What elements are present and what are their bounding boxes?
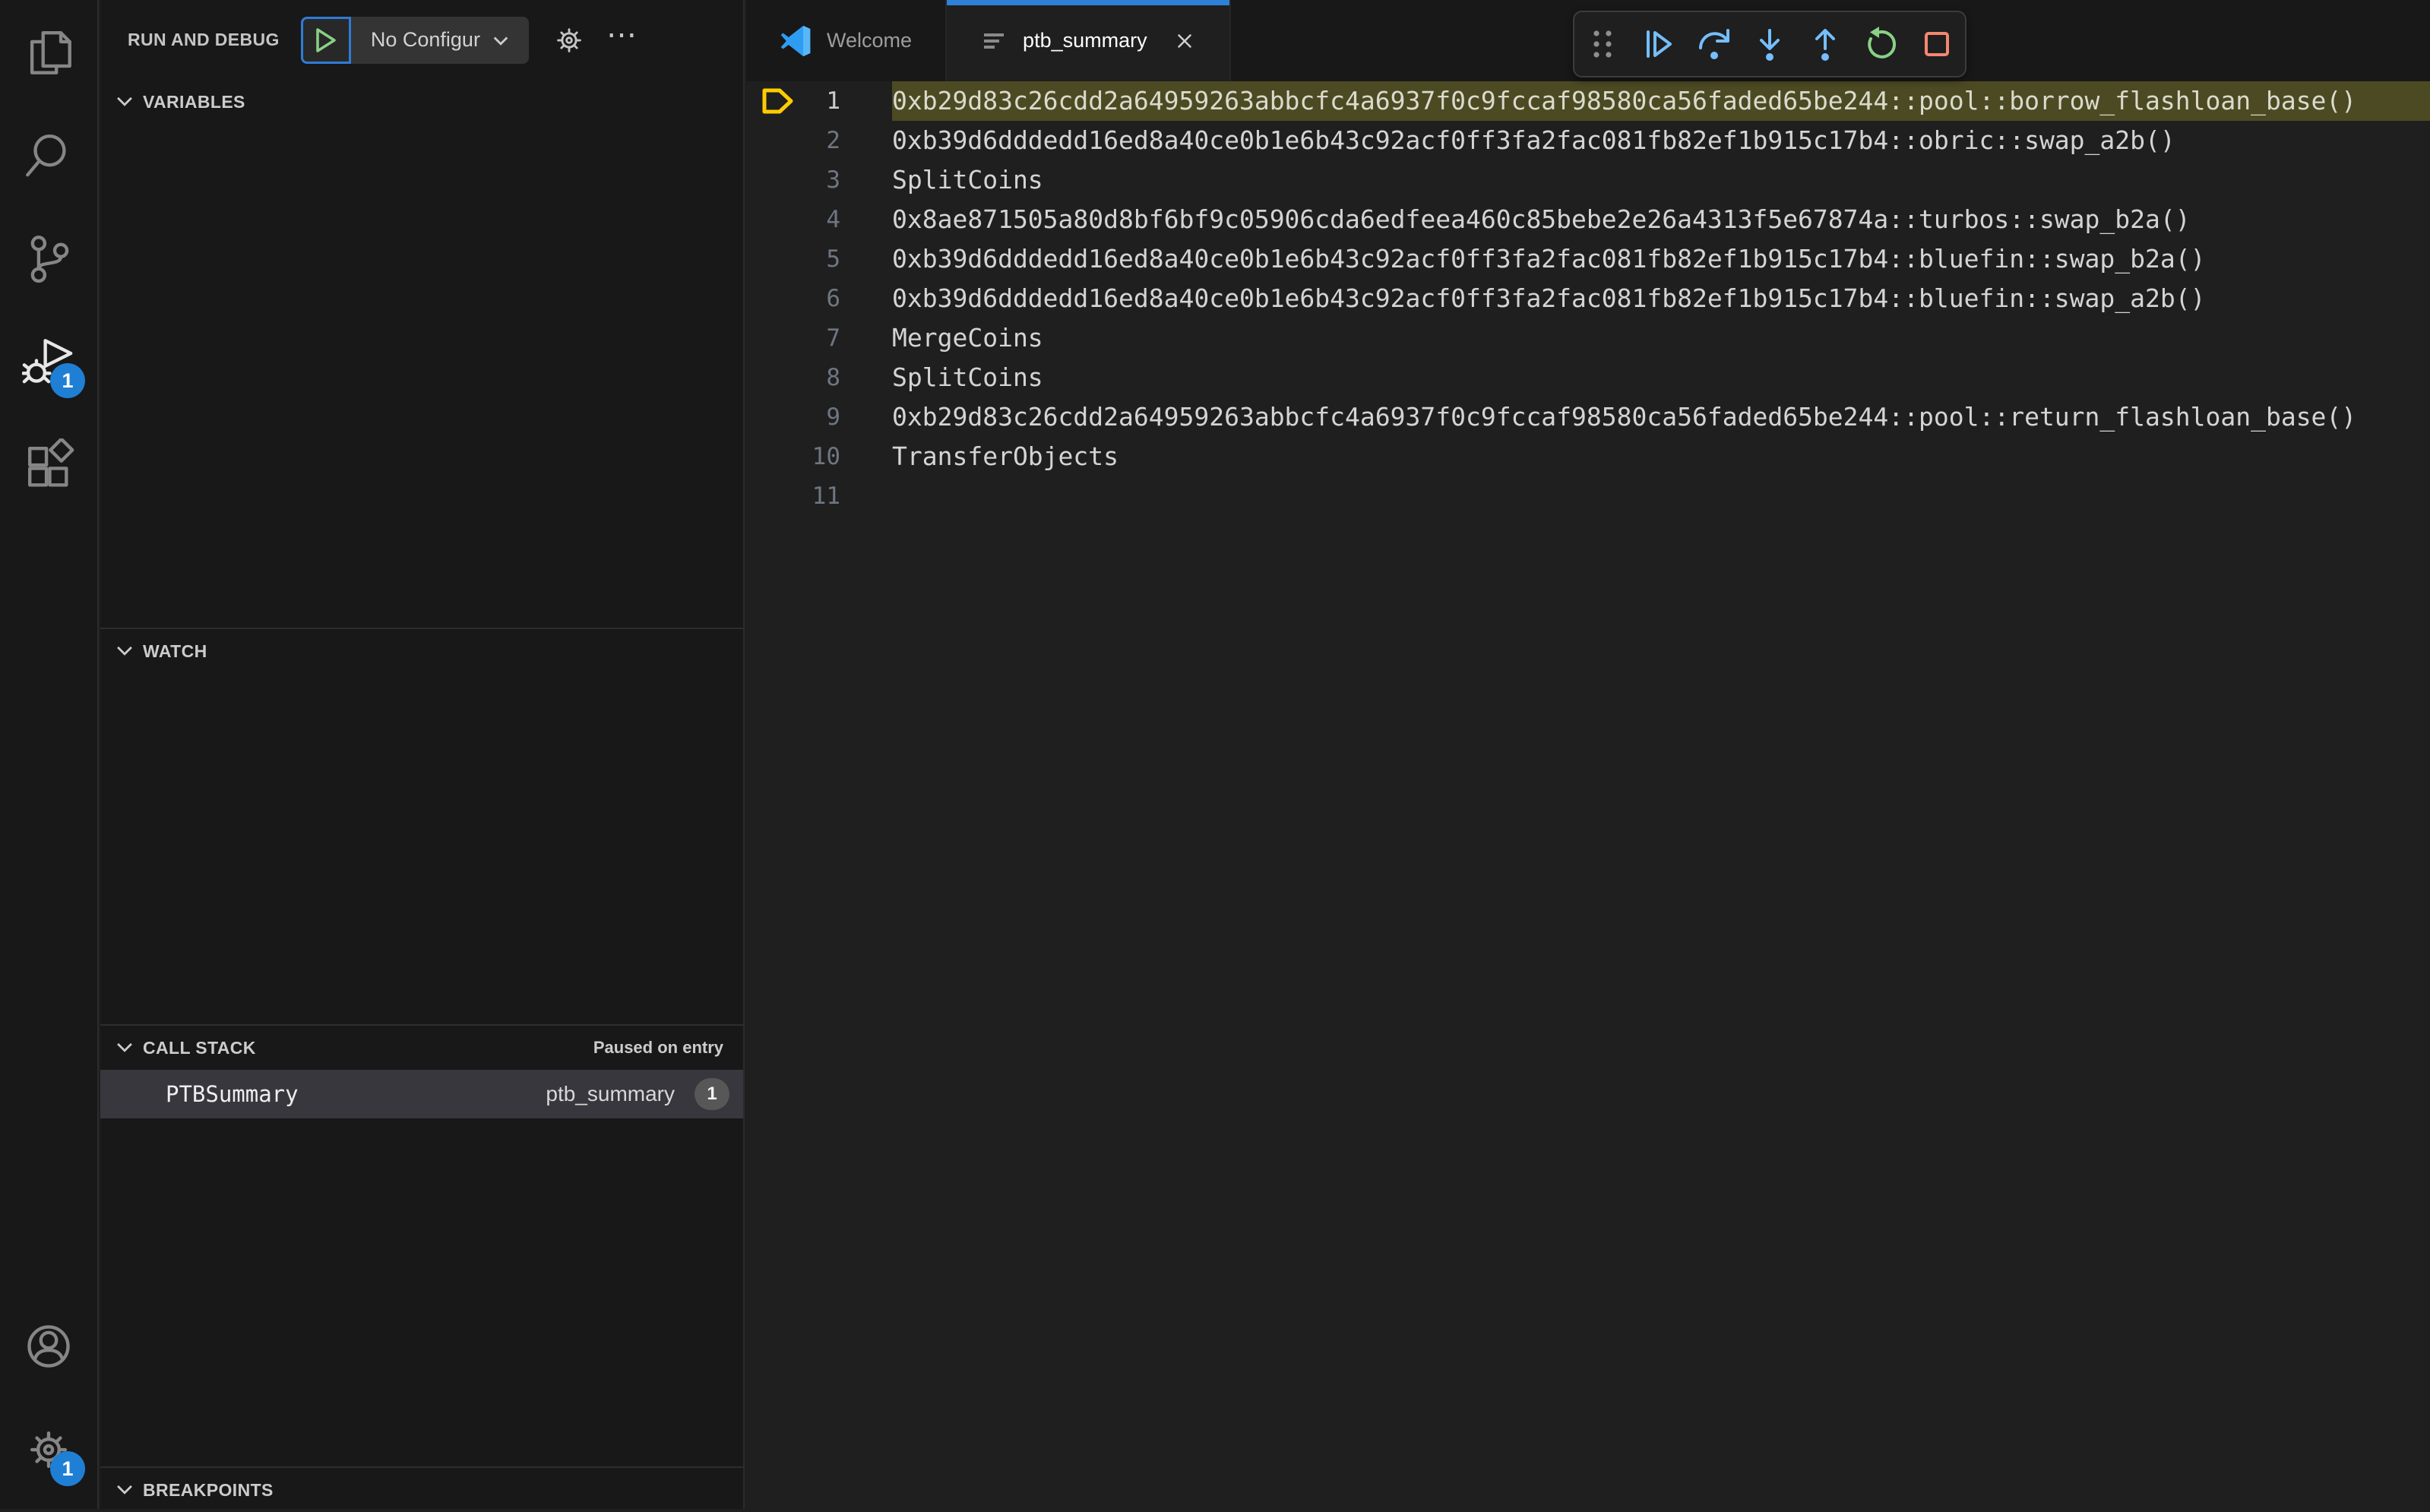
- debug-settings-gear-button[interactable]: [552, 23, 587, 58]
- activity-bar: 1 1: [0, 0, 99, 1509]
- code-text[interactable]: TransferObjects: [892, 437, 2430, 476]
- code-line-7[interactable]: 7 MergeCoins: [746, 318, 2430, 358]
- code-editor[interactable]: 1 0xb29d83c26cdd2a64959263abbcfc4a6937f0…: [746, 81, 2430, 1509]
- code-text[interactable]: 0xb39d6dddedd16ed8a40ce0b1e6b43c92acf0ff…: [892, 239, 2430, 279]
- close-tab-icon[interactable]: [1173, 30, 1196, 52]
- code-line-5[interactable]: 5 0xb39d6dddedd16ed8a40ce0b1e6b43c92acf0…: [746, 239, 2430, 279]
- watch-section-header[interactable]: WATCH: [100, 629, 743, 673]
- views-more-actions-button[interactable]: ⋯: [606, 20, 640, 53]
- file-list-icon: [984, 33, 1005, 49]
- vscode-logo-icon: [780, 25, 811, 56]
- code-text[interactable]: 0xb39d6dddedd16ed8a40ce0b1e6b43c92acf0ff…: [892, 279, 2430, 318]
- account-icon: [22, 1320, 75, 1373]
- activity-item-run-and-debug[interactable]: 1: [0, 310, 97, 413]
- code-text[interactable]: [892, 476, 2430, 516]
- code-line-1[interactable]: 1 0xb29d83c26cdd2a64959263abbcfc4a6937f0…: [746, 81, 2430, 121]
- code-text[interactable]: 0xb29d83c26cdd2a64959263abbcfc4a6937f0c9…: [892, 81, 2430, 121]
- step-into-button[interactable]: [1745, 19, 1795, 69]
- activity-item-extensions[interactable]: [0, 413, 97, 517]
- code-line-6[interactable]: 6 0xb39d6dddedd16ed8a40ce0b1e6b43c92acf0…: [746, 279, 2430, 318]
- stack-frame-row[interactable]: PTBSummary ptb_summary 1: [100, 1070, 743, 1118]
- activity-item-source-control[interactable]: [0, 207, 97, 310]
- chevron-down-icon: [493, 36, 508, 46]
- breakpoints-section: BREAKPOINTS: [100, 1466, 743, 1512]
- extensions-icon: [22, 438, 75, 492]
- chevron-down-icon: [114, 1479, 135, 1501]
- gutter-line-1[interactable]: [746, 81, 795, 121]
- gutter-line-7[interactable]: [746, 318, 795, 358]
- breakpoints-section-header[interactable]: BREAKPOINTS: [100, 1468, 743, 1512]
- code-line-8[interactable]: 8 SplitCoins: [746, 358, 2430, 397]
- gutter-line-5[interactable]: [746, 239, 795, 279]
- source-control-icon: [22, 232, 75, 285]
- tab-welcome[interactable]: Welcome: [746, 0, 948, 81]
- code-line-2[interactable]: 2 0xb39d6dddedd16ed8a40ce0b1e6b43c92acf0…: [746, 121, 2430, 160]
- code-text[interactable]: SplitCoins: [892, 160, 2430, 200]
- variables-section-header[interactable]: VARIABLES: [100, 80, 743, 124]
- activity-item-settings[interactable]: 1: [0, 1398, 97, 1501]
- continue-button[interactable]: [1633, 19, 1683, 69]
- chevron-down-icon: [114, 1037, 135, 1058]
- gutter-line-11[interactable]: [746, 476, 795, 516]
- run-control: No Configur: [300, 16, 529, 64]
- sidebar-header: RUN AND DEBUG No Configur ⋯: [100, 0, 743, 80]
- code-text[interactable]: 0xb39d6dddedd16ed8a40ce0b1e6b43c92acf0ff…: [892, 121, 2430, 160]
- toolbar-drag-handle[interactable]: [1577, 19, 1628, 69]
- debug-current-line-arrow-icon: [762, 88, 793, 114]
- debug-configuration-dropdown[interactable]: No Configur: [350, 16, 529, 64]
- debug-toolbar: [1573, 11, 1966, 77]
- gutter-line-6[interactable]: [746, 279, 795, 318]
- run-and-debug-sidebar: RUN AND DEBUG No Configur ⋯ VARIABLES WA…: [100, 0, 745, 1509]
- settings-badge: 1: [50, 1451, 85, 1486]
- chevron-down-icon: [114, 641, 135, 662]
- explorer-icon: [22, 25, 75, 78]
- chevron-down-icon: [114, 91, 135, 112]
- stop-button[interactable]: [1912, 19, 1962, 69]
- code-text[interactable]: 0xb29d83c26cdd2a64959263abbcfc4a6937f0c9…: [892, 397, 2430, 437]
- activity-item-accounts[interactable]: [0, 1295, 97, 1398]
- editor-group: Welcome ptb_summary 1 0xb29d83c26cdd2a64…: [746, 0, 2430, 1509]
- gutter-line-3[interactable]: [746, 160, 795, 200]
- code-text[interactable]: SplitCoins: [892, 358, 2430, 397]
- activity-item-search[interactable]: [0, 103, 97, 207]
- code-line-4[interactable]: 4 0x8ae871505a80d8bf6bf9c05906cda6edfeea…: [746, 200, 2430, 239]
- code-text[interactable]: 0x8ae871505a80d8bf6bf9c05906cda6edfeea46…: [892, 200, 2430, 239]
- paused-status-text: Paused on entry: [593, 1038, 723, 1057]
- stack-frame-badge: 1: [695, 1078, 729, 1110]
- gutter-line-9[interactable]: [746, 397, 795, 437]
- code-line-11[interactable]: 11: [746, 476, 2430, 516]
- gutter-line-2[interactable]: [746, 121, 795, 160]
- code-line-9[interactable]: 9 0xb29d83c26cdd2a64959263abbcfc4a6937f0…: [746, 397, 2430, 437]
- tab-ptb-summary[interactable]: ptb_summary: [947, 0, 1231, 81]
- stack-frame-source: ptb_summary: [546, 1082, 675, 1106]
- code-line-10[interactable]: 10 TransferObjects: [746, 437, 2430, 476]
- gutter-line-10[interactable]: [746, 437, 795, 476]
- restart-button[interactable]: [1856, 19, 1906, 69]
- step-out-button[interactable]: [1800, 19, 1850, 69]
- gutter-line-8[interactable]: [746, 358, 795, 397]
- search-icon: [22, 128, 75, 182]
- start-debugging-button[interactable]: [300, 16, 351, 64]
- watch-section: WATCH: [100, 628, 743, 673]
- play-icon: [316, 27, 336, 52]
- activity-item-explorer[interactable]: [0, 0, 97, 103]
- debug-badge: 1: [50, 363, 85, 398]
- code-text[interactable]: MergeCoins: [892, 318, 2430, 358]
- sidebar-title: RUN AND DEBUG: [128, 30, 280, 49]
- stack-frame-name: PTBSummary: [166, 1081, 299, 1107]
- code-line-3[interactable]: 3 SplitCoins: [746, 160, 2430, 200]
- call-stack-section-header[interactable]: CALL STACK Paused on entry: [100, 1026, 743, 1070]
- variables-section: VARIABLES: [100, 80, 743, 124]
- configuration-label: No Configur: [370, 28, 480, 51]
- call-stack-section: CALL STACK Paused on entry PTBSummary pt…: [100, 1024, 743, 1118]
- step-over-button[interactable]: [1689, 19, 1739, 69]
- gutter-line-4[interactable]: [746, 200, 795, 239]
